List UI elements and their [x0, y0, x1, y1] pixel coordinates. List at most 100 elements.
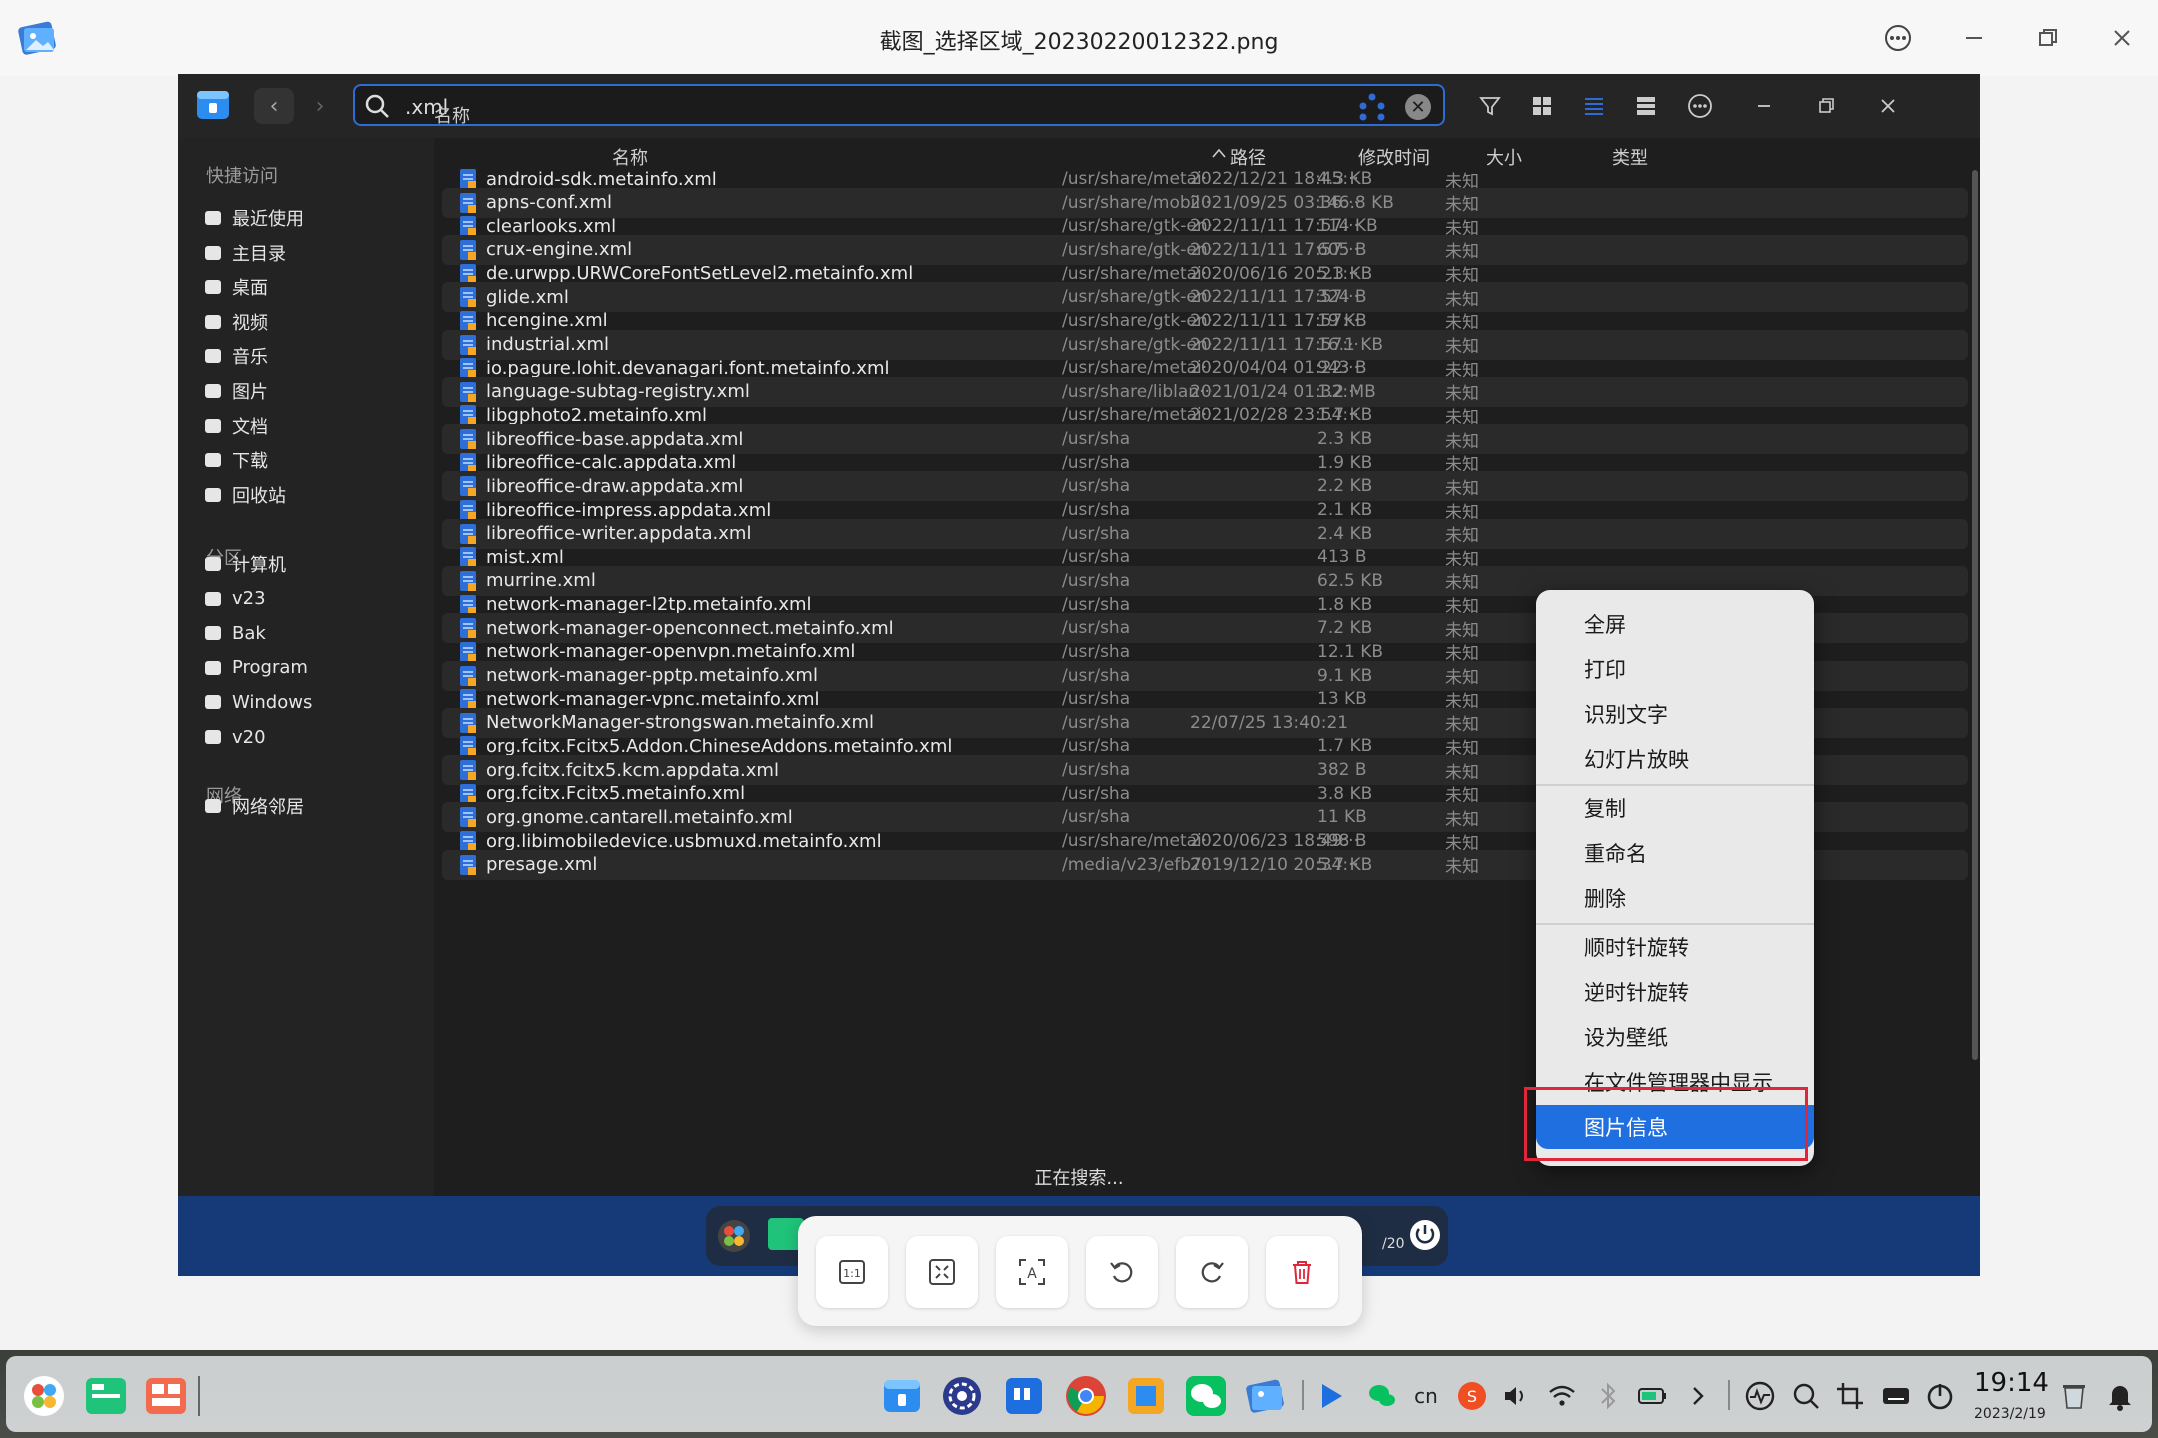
forward-button[interactable]: › [300, 88, 340, 124]
fm-minimize-icon[interactable] [1746, 88, 1782, 124]
file-path: /usr/sha [1062, 570, 1131, 591]
file-name: network-manager-pptp.metainfo.xml [486, 665, 818, 687]
original-size-icon[interactable]: 1:1 [816, 1236, 888, 1308]
document-icon [205, 418, 221, 433]
menu-item[interactable]: 全屏 [1536, 602, 1814, 646]
archive-manager-icon[interactable] [1124, 1374, 1168, 1418]
file-name: network-manager-l2tp.metainfo.xml [486, 594, 812, 616]
file-name: murrine.xml [486, 570, 596, 592]
detail-view-icon[interactable] [1628, 88, 1664, 124]
rotate-left-icon[interactable] [1086, 1236, 1158, 1308]
wifi-icon[interactable] [1546, 1380, 1578, 1412]
minimize-icon[interactable] [1956, 20, 1992, 56]
viewer-toolbar: 1:1 A [798, 1216, 1362, 1326]
chat-app-icon[interactable] [1002, 1374, 1046, 1418]
chrome-icon[interactable] [1064, 1374, 1108, 1418]
displayed-image: ‹ › ✕ [178, 74, 1980, 1276]
ocr-icon[interactable]: A [996, 1236, 1068, 1308]
menu-item[interactable]: 重命名 [1536, 831, 1814, 875]
drive-icon [205, 591, 221, 606]
clock-icon [205, 211, 221, 225]
viewer-titlebar: 截图_选择区域_20230220012322.png [0, 0, 2158, 77]
clock-time[interactable]: 19:14 [1974, 1368, 2049, 1398]
list-view-icon[interactable] [1576, 88, 1612, 124]
menu-item[interactable]: 顺时针旋转 [1536, 925, 1814, 969]
column-name[interactable]: 名称 [434, 102, 470, 132]
power-icon[interactable] [1924, 1380, 1956, 1412]
input-method-indicator[interactable]: cn [1410, 1380, 1442, 1412]
close-icon[interactable] [2104, 20, 2140, 56]
menu-item[interactable]: 逆时针旋转 [1536, 970, 1814, 1014]
file-name: crux-engine.xml [486, 239, 633, 261]
menu-item[interactable]: 打印 [1536, 647, 1814, 691]
menu-item[interactable]: 删除 [1536, 876, 1814, 920]
file-name: network-manager-openconnect.metainfo.xml [486, 617, 894, 639]
desktop-icon [205, 280, 221, 295]
restore-icon[interactable] [2030, 20, 2066, 56]
search-input[interactable] [403, 92, 1307, 122]
sidebar-item-network-0[interactable]: 网络邻居 [202, 786, 304, 826]
icon-view-icon[interactable] [1524, 88, 1560, 124]
search-box[interactable]: ✕ [353, 84, 1445, 126]
download-icon [205, 453, 221, 468]
file-modified: 22/07/25 13:40:21 [1190, 712, 1349, 733]
file-name: libgphoto2.metainfo.xml [486, 404, 707, 426]
notification-bell-icon[interactable] [2104, 1380, 2136, 1412]
bluetooth-icon[interactable] [1592, 1380, 1624, 1412]
sidebar-group-quick-access: 快捷访问 [206, 166, 278, 187]
file-manager-icon[interactable] [880, 1374, 924, 1418]
launcher-icon[interactable] [22, 1374, 66, 1418]
system-monitor-icon[interactable] [1744, 1380, 1776, 1412]
file-size: 62.5 KB [1317, 570, 1384, 591]
menu-item[interactable]: 设为壁纸 [1536, 1015, 1814, 1059]
rotate-right-icon[interactable] [1176, 1236, 1248, 1308]
menu-item[interactable]: 识别文字 [1536, 692, 1814, 736]
search-icon[interactable] [1790, 1380, 1822, 1412]
clear-search-icon[interactable]: ✕ [1405, 94, 1431, 120]
sogou-input-icon[interactable]: S [1456, 1380, 1488, 1412]
screen-recorder-icon[interactable] [1316, 1380, 1348, 1412]
screenshot-icon[interactable] [1834, 1380, 1866, 1412]
image-viewer-icon[interactable] [1244, 1374, 1288, 1418]
trash-icon[interactable] [2058, 1380, 2090, 1412]
file-path: /usr/sha [1062, 452, 1131, 473]
file-size: 12.1 KB [1317, 641, 1384, 662]
svg-text:S: S [1467, 1387, 1477, 1406]
taskbar-panel: cn S 19:14 2023/2/19 [6, 1356, 2152, 1432]
chevron-right-icon[interactable] [1682, 1380, 1714, 1412]
scrollbar[interactable] [1972, 170, 1978, 1060]
power-icon [1410, 1220, 1440, 1250]
file-name: network-manager-openvpn.metainfo.xml [486, 641, 856, 663]
fm-menu-icon[interactable] [1682, 88, 1718, 124]
back-button[interactable]: ‹ [254, 88, 294, 124]
fit-window-icon[interactable] [906, 1236, 978, 1308]
viewer-title: 截图_选择区域_20230220012322.png [879, 30, 1279, 55]
show-desktop-icon[interactable] [144, 1374, 188, 1418]
volume-icon[interactable] [1500, 1380, 1532, 1412]
file-size: 605 B [1317, 239, 1367, 260]
fm-close-icon[interactable] [1870, 88, 1906, 124]
sidebar-item-label: 主目录 [232, 243, 286, 265]
sidebar-item-quick_access-8[interactable]: 回收站 [202, 475, 286, 515]
menu-item[interactable]: 复制 [1536, 786, 1814, 830]
settings-icon[interactable] [940, 1374, 984, 1418]
menu-item[interactable]: 幻灯片放映 [1536, 737, 1814, 781]
file-name: network-manager-vpnc.metainfo.xml [486, 688, 820, 710]
fm-restore-icon[interactable] [1808, 88, 1844, 124]
sidebar-item-label: v20 [232, 726, 266, 748]
clock-date[interactable]: 2023/2/19 [1974, 1406, 2046, 1422]
sidebar-item-label: 桌面 [232, 278, 268, 300]
wechat-tray-icon[interactable] [1366, 1380, 1398, 1412]
file-path: /usr/sha [1062, 594, 1131, 615]
battery-icon[interactable] [1636, 1380, 1668, 1412]
file-size: 1.9 KB [1317, 452, 1373, 473]
delete-icon[interactable] [1266, 1236, 1338, 1308]
file-path: /usr/sha [1062, 760, 1131, 781]
multitask-view-icon[interactable] [84, 1374, 128, 1418]
more-icon[interactable] [1880, 20, 1916, 56]
keyboard-icon[interactable] [1880, 1380, 1912, 1412]
wechat-icon[interactable] [1184, 1374, 1228, 1418]
sidebar-item-partitions-5[interactable]: v20 [202, 717, 266, 757]
filter-icon[interactable] [1472, 88, 1508, 124]
file-size: 5.3 KB [1317, 263, 1373, 284]
